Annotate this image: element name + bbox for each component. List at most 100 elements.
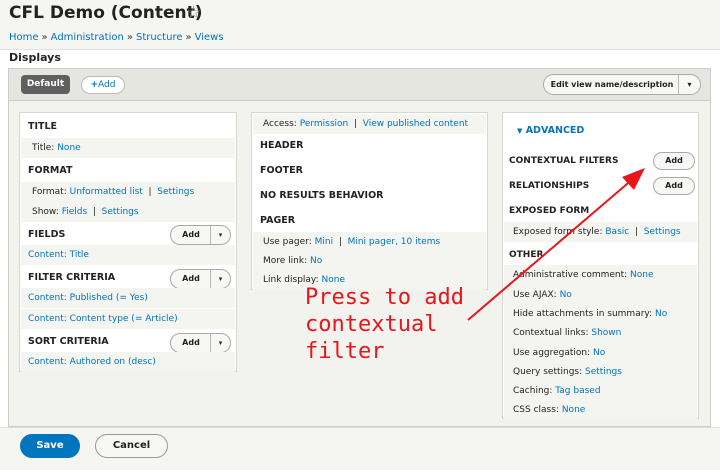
other-setting-row: Use AJAX: No (504, 285, 697, 305)
format-value-link[interactable]: Unformatted list (70, 187, 143, 197)
title-value-link[interactable]: None (57, 143, 80, 153)
page-title: CFL Demo (Content) (9, 3, 203, 23)
filter-item-link[interactable]: Content: Content type (= Article) (21, 309, 235, 329)
annotation-text: Press to add contextual filter (305, 285, 464, 364)
show-settings-link[interactable]: Settings (102, 207, 139, 217)
breadcrumb-views[interactable]: Views (195, 32, 224, 43)
other-setting-label: Caching: (513, 386, 553, 396)
chevron-down-icon[interactable]: ▾ (210, 270, 230, 288)
other-setting-row: Caching: Tag based (504, 381, 697, 401)
sort-add-button[interactable]: Add ▾ (170, 333, 231, 353)
format-setting: Format: Unformatted list | Settings (21, 182, 235, 202)
other-setting-label: Use AJAX: (513, 290, 557, 300)
field-item-link[interactable]: Content: Title (21, 245, 235, 265)
advanced-column: ▼ ADVANCED CONTEXTUAL FILTERS Add RELATI… (502, 112, 699, 420)
other-setting-value-link[interactable]: Shown (591, 328, 621, 338)
add-display-label: Add (98, 80, 116, 90)
other-setting-row: Administrative comment: None (504, 265, 697, 285)
footer-section-heading: FOOTER (260, 165, 303, 176)
other-setting-value-link[interactable]: Settings (585, 367, 622, 377)
exposed-style-value-link[interactable]: Basic (605, 227, 629, 237)
plus-icon: + (90, 80, 99, 90)
access-label: Access: (263, 119, 297, 129)
pager-section-heading: PAGER (260, 215, 296, 226)
no-results-section-heading: NO RESULTS BEHAVIOR (260, 190, 384, 201)
breadcrumb-structure[interactable]: Structure (136, 32, 183, 43)
sort-add-label: Add (182, 338, 200, 347)
filter-add-label: Add (182, 274, 200, 283)
breadcrumb-separator: » (126, 32, 133, 43)
more-link-setting: More link: No (253, 251, 486, 271)
chevron-down-icon[interactable]: ▾ (210, 226, 230, 244)
breadcrumb-separator: » (185, 32, 192, 43)
more-link-label: More link: (263, 256, 308, 266)
fields-add-label: Add (182, 230, 200, 239)
breadcrumb-home[interactable]: Home (9, 32, 39, 43)
advanced-heading: ADVANCED (525, 125, 585, 136)
exposed-form-style-setting: Exposed form style: Basic | Settings (504, 222, 697, 242)
other-setting-row: Hide attachments in summary: No (504, 304, 697, 324)
show-label: Show: (32, 207, 59, 217)
header-section-heading: HEADER (260, 140, 304, 151)
format-settings-link[interactable]: Settings (157, 187, 194, 197)
star-icon[interactable]: ☆ (186, 3, 201, 23)
format-label: Format: (32, 187, 67, 197)
middle-column: Access: Permission | View published cont… (251, 112, 488, 290)
more-link-value-link[interactable]: No (310, 256, 322, 266)
edit-view-name-button[interactable]: Edit view name/description ▾ (543, 74, 701, 95)
show-setting: Show: Fields | Settings (21, 202, 235, 222)
title-label: Title: (32, 143, 55, 153)
edit-view-name-label: Edit view name/description (550, 80, 674, 89)
use-pager-setting: Use pager: Mini | Mini pager, 10 items (253, 232, 486, 252)
sort-item-link[interactable]: Content: Authored on (desc) (21, 352, 235, 372)
save-button[interactable]: Save (20, 434, 80, 458)
filter-item-link[interactable]: Content: Published (= Yes) (21, 288, 235, 308)
other-setting-label: Query settings: (513, 367, 583, 377)
other-setting-row: Query settings: Settings (504, 362, 697, 382)
title-section-heading: TITLE (28, 121, 58, 132)
displays-heading: Displays (9, 51, 61, 64)
other-setting-row: Contextual links: Shown (504, 323, 697, 343)
other-setting-value-link[interactable]: Tag based (555, 386, 600, 396)
exposed-form-heading: EXPOSED FORM (509, 206, 590, 216)
relationships-add-button[interactable]: Add (653, 177, 695, 195)
other-setting-label: Administrative comment: (513, 270, 628, 280)
use-pager-settings-link[interactable]: Mini pager, 10 items (348, 237, 441, 247)
other-setting-row: Use aggregation: No (504, 343, 697, 363)
use-pager-label: Use pager: (263, 237, 312, 247)
other-setting-value-link[interactable]: None (562, 405, 585, 415)
other-setting-value-link[interactable]: No (655, 309, 667, 319)
access-value-link[interactable]: Permission (300, 119, 349, 129)
cancel-button[interactable]: Cancel (95, 434, 168, 458)
access-settings-link[interactable]: View published content (363, 119, 468, 129)
exposed-style-settings-link[interactable]: Settings (644, 227, 681, 237)
use-pager-value-link[interactable]: Mini (315, 237, 333, 247)
fields-add-button[interactable]: Add ▾ (170, 225, 231, 245)
breadcrumb-administration[interactable]: Administration (51, 32, 124, 43)
triangle-down-icon: ▼ (517, 127, 523, 135)
exposed-style-label: Exposed form style: (513, 227, 603, 237)
other-setting-value-link[interactable]: No (560, 290, 572, 300)
add-display-button[interactable]: +Add (81, 76, 125, 94)
other-setting-label: Use aggregation: (513, 348, 591, 358)
other-setting-label: Hide attachments in summary: (513, 309, 653, 319)
breadcrumb-separator: » (41, 32, 48, 43)
other-setting-label: Contextual links: (513, 328, 589, 338)
other-setting-value-link[interactable]: No (593, 348, 605, 358)
other-heading: OTHER (509, 250, 544, 260)
show-value-link[interactable]: Fields (62, 207, 87, 217)
filter-add-button[interactable]: Add ▾ (170, 269, 231, 289)
breadcrumb: Home» Administration» Structure» Views (9, 32, 224, 43)
access-setting: Access: Permission | View published cont… (253, 114, 486, 134)
chevron-down-icon[interactable]: ▾ (678, 75, 700, 94)
contextual-filters-add-button[interactable]: Add (653, 152, 695, 170)
tab-default-display[interactable]: Default (21, 75, 70, 94)
title-setting: Title: None (21, 138, 235, 158)
format-section-heading: FORMAT (28, 165, 73, 176)
left-column: TITLE Title: None FORMAT Format: Unforma… (19, 112, 237, 372)
other-setting-label: CSS class: (513, 405, 559, 415)
advanced-toggle[interactable]: ▼ ADVANCED (504, 121, 697, 141)
chevron-down-icon[interactable]: ▾ (210, 334, 230, 352)
other-setting-value-link[interactable]: None (630, 270, 653, 280)
other-setting-row: CSS class: None (504, 400, 697, 420)
